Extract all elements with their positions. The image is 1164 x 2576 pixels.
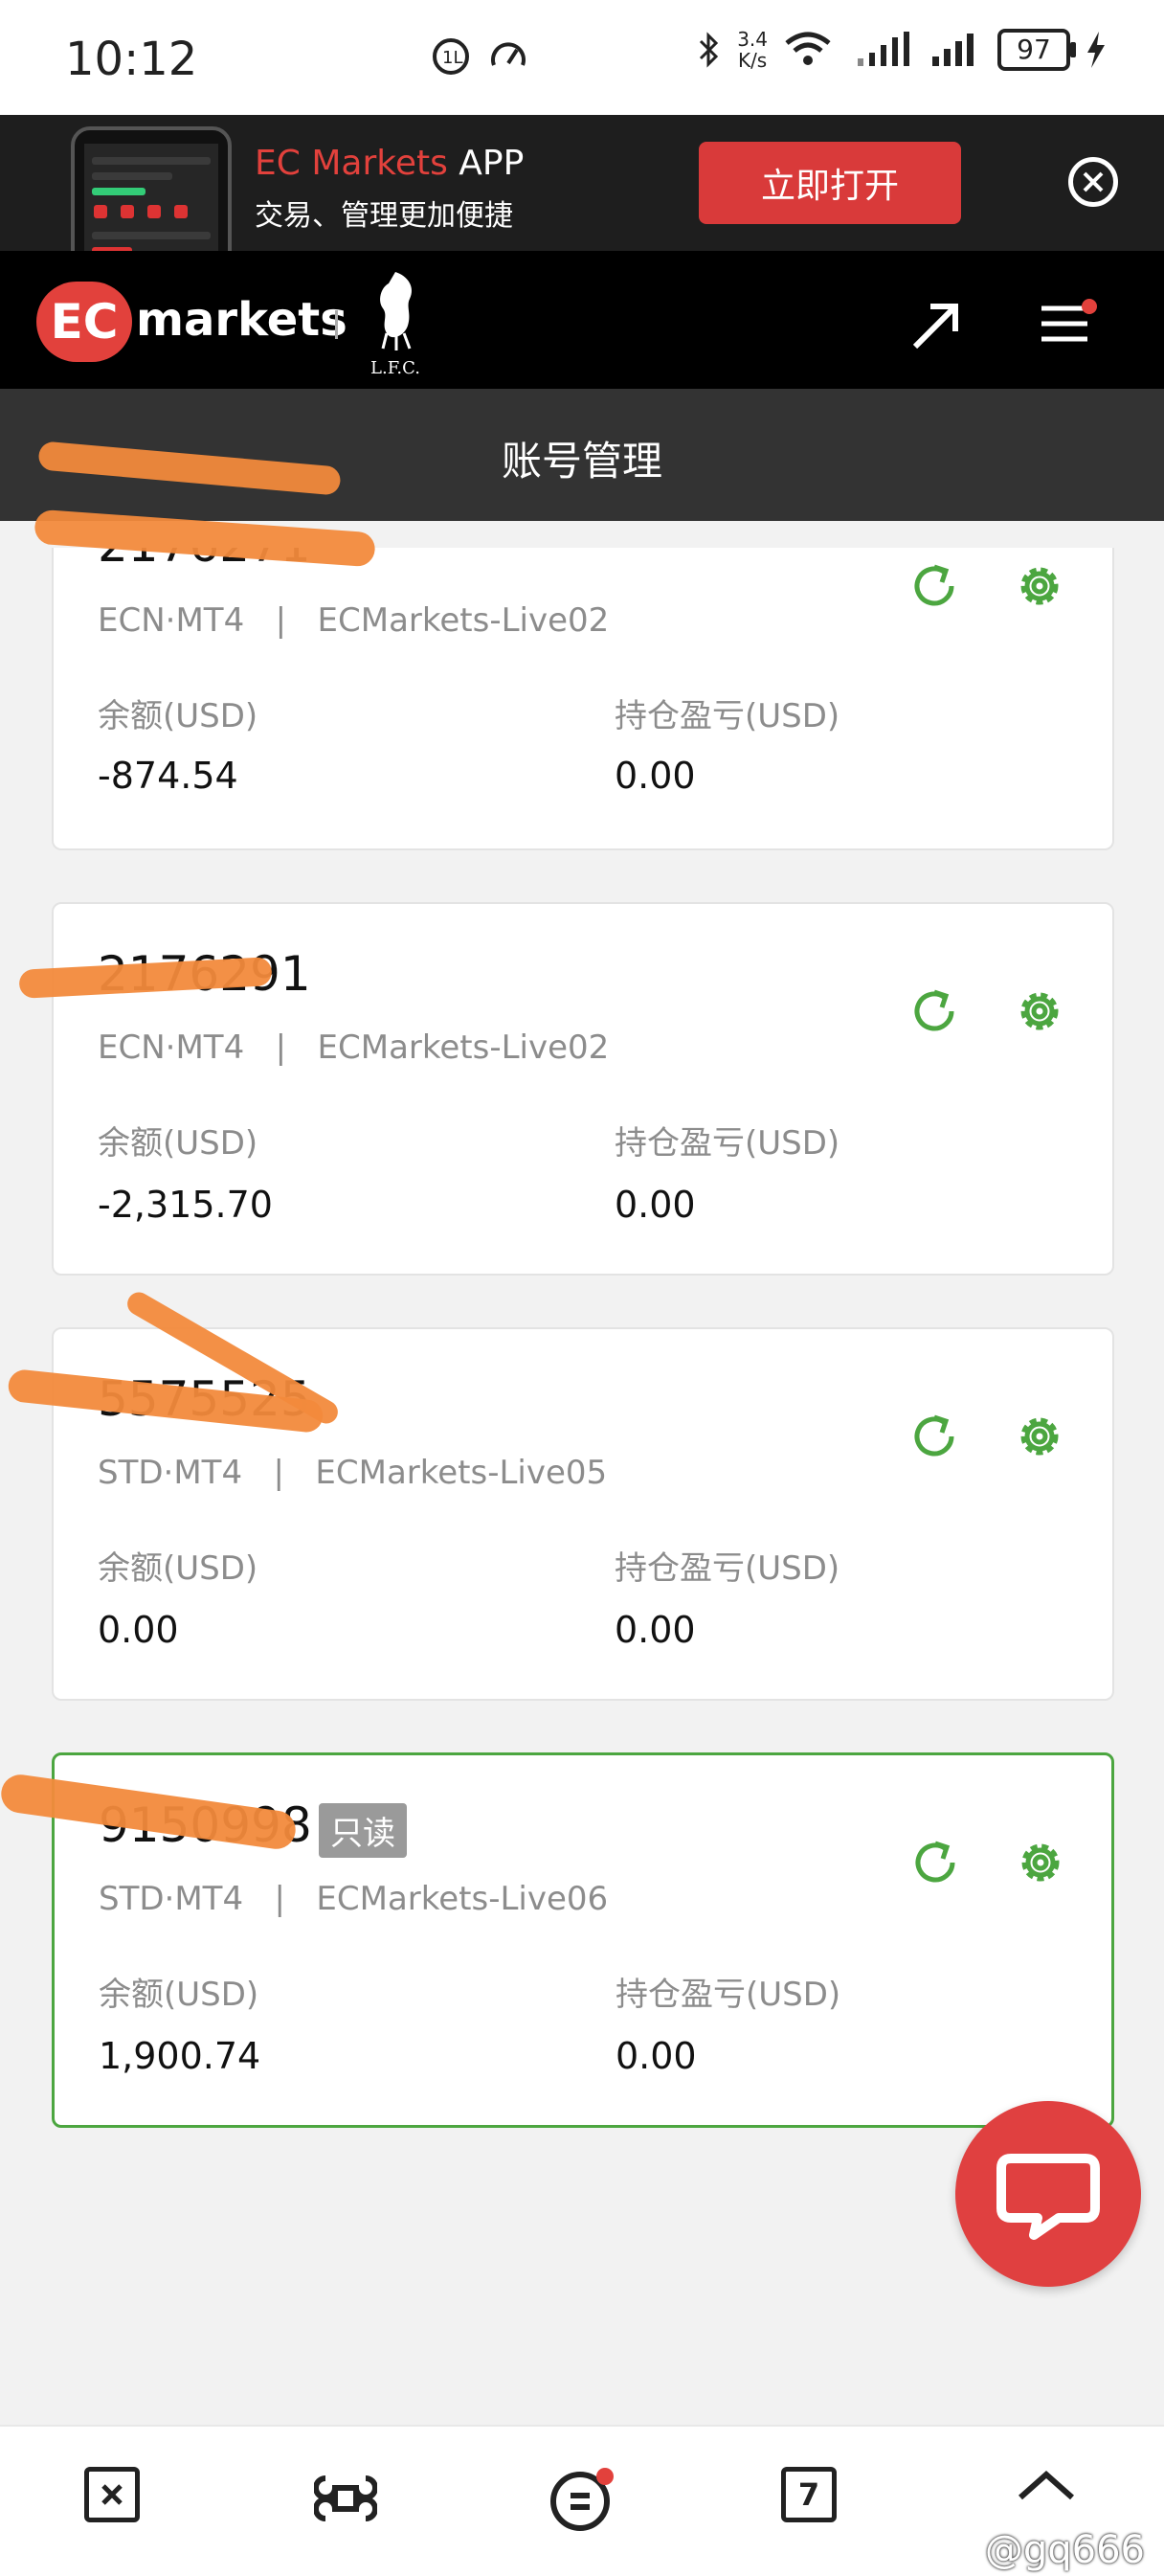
ec-logo[interactable]: EC [36, 282, 132, 362]
refresh-icon[interactable] [906, 983, 963, 1040]
charging-icon [1087, 32, 1105, 68]
pnl-value: 0.00 [615, 755, 696, 797]
message-circle-icon [550, 2468, 614, 2531]
balance-label: 余额(USD) [99, 1976, 259, 2014]
refresh-icon[interactable] [907, 1834, 964, 1891]
calendar-icon: 7 [781, 2467, 837, 2522]
pnl-label: 持仓盈亏(USD) [615, 697, 840, 735]
home-icon [1018, 2470, 1074, 2500]
app-promo-banner: EC Markets APP 交易、管理更加便捷 立即打开 [0, 115, 1164, 259]
bluetooth-icon [700, 32, 719, 68]
settings-gear-icon[interactable] [1012, 1834, 1069, 1891]
net-speed: 3.4 K/s [737, 28, 768, 72]
svg-text:1L: 1L [442, 48, 462, 68]
balance-value: 1,900.74 [99, 2035, 261, 2077]
balance-value: -2,315.70 [98, 1184, 273, 1226]
markets-logotype: markets [136, 293, 347, 347]
watermark: @gq666 [984, 2528, 1145, 2572]
balance-label: 余额(USD) [98, 1124, 258, 1163]
account-card[interactable]: 5575525 STD·MT4 | ECMarkets-Live05 余额(US… [52, 1327, 1114, 1701]
battery-indicator: 97 [997, 29, 1076, 71]
account-meta: ECN·MT4 | ECMarkets-Live02 [98, 1028, 610, 1067]
speed-gauge-icon [491, 42, 526, 66]
balance-label: 余额(USD) [98, 697, 258, 735]
settings-gear-icon[interactable] [1011, 983, 1068, 1040]
account-card[interactable]: 2176271 ECN·MT4 | ECMarkets-Live02 余额(US… [52, 517, 1114, 850]
nav-calendar[interactable]: 7 [781, 2467, 848, 2534]
phone-mockup-image [71, 126, 232, 259]
lfc-liverbird-logo: L.F.C. [362, 266, 429, 379]
promo-title: EC Markets APP [255, 144, 525, 183]
open-app-button[interactable]: 立即打开 [699, 142, 961, 224]
balance-value: -874.54 [98, 755, 238, 797]
pnl-label: 持仓盈亏(USD) [615, 1549, 840, 1588]
account-meta: STD·MT4 | ECMarkets-Live05 [98, 1454, 608, 1492]
nav-close[interactable] [84, 2467, 151, 2534]
nav-messages[interactable] [548, 2467, 615, 2534]
settings-gear-icon[interactable] [1011, 1408, 1068, 1465]
account-meta: ECN·MT4 | ECMarkets-Live02 [98, 601, 610, 640]
readonly-badge: 只读 [319, 1803, 407, 1858]
pnl-value: 0.00 [615, 1184, 696, 1226]
balance-label: 余额(USD) [98, 1549, 258, 1588]
status-right: 3.4 K/s 97 [695, 29, 1107, 71]
nav-home[interactable] [1015, 2467, 1082, 2534]
site-header: EC markets L.F.C. [0, 251, 1164, 389]
signal-1-icon [858, 32, 909, 66]
pnl-value: 0.00 [615, 1609, 696, 1651]
command-key-icon [313, 2475, 378, 2521]
signal-2-icon [932, 34, 974, 66]
nav-command[interactable] [313, 2467, 381, 2534]
logo-divider [335, 310, 338, 339]
pnl-value: 0.00 [616, 2035, 697, 2077]
chat-bubble-icon [996, 2154, 1100, 2240]
status-bar: 10:12 1L 3.4 K/s 97 [0, 0, 1164, 115]
menu-notification-dot [1082, 299, 1097, 314]
refresh-icon[interactable] [906, 557, 963, 615]
refresh-icon[interactable] [906, 1408, 963, 1465]
balance-value: 0.00 [98, 1609, 179, 1651]
account-meta: STD·MT4 | ECMarkets-Live06 [99, 1880, 609, 1918]
pnl-label: 持仓盈亏(USD) [615, 1124, 840, 1163]
clock: 10:12 [65, 33, 198, 86]
close-box-icon [84, 2467, 140, 2522]
pnl-label: 持仓盈亏(USD) [616, 1976, 841, 2014]
account-card[interactable]: 2176291 ECN·MT4 | ECMarkets-Live02 余额(US… [52, 902, 1114, 1276]
promo-subtitle: 交易、管理更加便捷 [255, 199, 513, 233]
status-indicators: 1L [431, 36, 528, 77]
external-link-icon[interactable] [909, 299, 963, 352]
close-banner-icon[interactable] [1068, 157, 1118, 207]
settings-gear-icon[interactable] [1011, 557, 1068, 615]
svg-text:L.F.C.: L.F.C. [370, 358, 420, 378]
chat-support-button[interactable] [955, 2101, 1141, 2287]
data-saver-icon: 1L [433, 38, 469, 75]
wifi-icon [785, 32, 831, 65]
